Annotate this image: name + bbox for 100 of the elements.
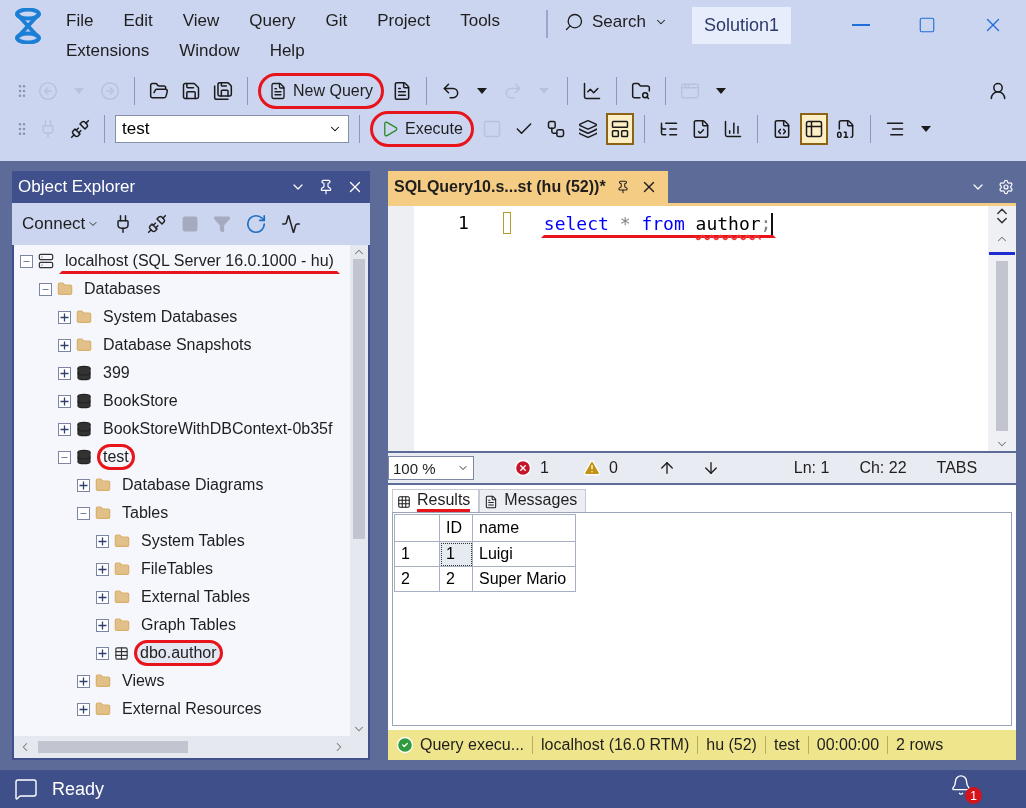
tree-item[interactable]: 399	[97, 360, 136, 386]
toolbar-button[interactable]	[799, 113, 828, 145]
code-line[interactable]: select * from author;	[540, 210, 777, 238]
file-icon	[835, 119, 856, 139]
plus-icon	[79, 480, 88, 490]
layers-icon	[577, 119, 598, 139]
tree-item[interactable]: Databases	[78, 276, 167, 302]
column-header[interactable]: ID	[439, 514, 473, 542]
vertical-scrollbar[interactable]	[350, 245, 368, 736]
menu-item[interactable]: Extensions	[66, 41, 150, 61]
row-count: 2 rows	[895, 736, 945, 754]
tree-item[interactable]: External Resources	[116, 696, 268, 722]
expand-toggle[interactable]	[96, 562, 109, 576]
expand-toggle[interactable]	[77, 702, 90, 716]
menu-item[interactable]: Help	[269, 41, 305, 61]
results-tab[interactable]: Messages	[479, 489, 587, 512]
tree-item[interactable]: BookStoreWithDBContext-0b35f	[97, 416, 339, 442]
tree-item[interactable]: Tables	[116, 500, 175, 526]
column-header[interactable]: name	[472, 514, 576, 542]
menu-item[interactable]: View	[182, 11, 220, 31]
tree-item[interactable]: System Tables	[135, 528, 251, 554]
expand-toggle[interactable]	[77, 478, 90, 492]
tree-item[interactable]: Graph Tables	[135, 612, 242, 638]
table-cell[interactable]: Luigi	[472, 541, 576, 567]
disconnect-icon	[147, 214, 168, 234]
change-marker	[502, 212, 511, 234]
error-count: 1	[540, 459, 549, 477]
table-icon	[803, 119, 824, 139]
toolbar-button[interactable]: Execute	[370, 111, 474, 147]
folder-search-icon	[631, 81, 652, 101]
expand-toggle[interactable]	[58, 422, 71, 436]
app-logo	[14, 8, 42, 44]
tree-item[interactable]: dbo.author	[134, 640, 223, 666]
plus-icon	[79, 704, 88, 714]
tree-item[interactable]: Views	[116, 668, 171, 694]
expand-toggle[interactable]	[96, 646, 109, 660]
tree-item[interactable]: System Databases	[97, 304, 244, 330]
play-icon	[381, 120, 399, 138]
collapse-toggle[interactable]	[39, 282, 52, 296]
query-status: Query execu...	[420, 736, 525, 754]
menu-item[interactable]: Git	[325, 11, 348, 31]
menu-item[interactable]: Tools	[460, 11, 500, 31]
table-cell[interactable]: Super Mario	[472, 566, 576, 592]
success-icon	[396, 736, 414, 754]
tree-item[interactable]: Database Diagrams	[116, 472, 270, 498]
horizontal-scrollbar[interactable]	[14, 736, 350, 758]
menu-item[interactable]: Query	[249, 11, 296, 31]
filter-icon	[213, 215, 232, 233]
row-header[interactable]: 2	[394, 566, 440, 592]
maximize-icon	[918, 16, 936, 34]
vertical-scrollbar[interactable]	[988, 206, 1016, 451]
expand-toggle[interactable]	[58, 394, 71, 408]
plus-icon	[60, 396, 69, 406]
line-number: 1	[458, 212, 469, 234]
expand-toggle[interactable]	[96, 534, 109, 548]
row-header[interactable]: 1	[394, 541, 440, 567]
menu-item[interactable]: Project	[377, 11, 431, 31]
tree-item[interactable]: test	[97, 444, 135, 470]
toolbar-button[interactable]	[605, 113, 634, 145]
expand-toggle[interactable]	[58, 366, 71, 380]
folder-icon	[95, 673, 111, 689]
notifications-button[interactable]: 1	[950, 774, 982, 804]
plus-icon	[98, 536, 107, 546]
connect-button[interactable]: Connect	[22, 214, 100, 234]
expand-toggle[interactable]	[96, 618, 109, 632]
expand-toggle[interactable]	[58, 338, 71, 352]
tree-item[interactable]: External Tables	[135, 584, 257, 610]
plus-icon	[98, 620, 107, 630]
zoom-select[interactable]: 100 %	[388, 456, 474, 480]
toolbar-button[interactable]: New Query	[258, 73, 385, 109]
grid-icon	[397, 494, 411, 509]
caret-icon	[477, 88, 488, 94]
folder-icon	[57, 281, 73, 297]
diagram-icon	[545, 119, 566, 139]
folder-icon	[95, 477, 111, 493]
menu-item[interactable]: File	[66, 11, 94, 31]
collapse-toggle[interactable]	[20, 254, 33, 268]
tree-item[interactable]: BookStore	[97, 388, 184, 414]
tree-item[interactable]: Database Snapshots	[97, 332, 258, 358]
user-info: hu (52)	[698, 736, 766, 754]
document-tab[interactable]: SQLQuery10.s...st (hu (52))*	[388, 171, 668, 203]
collapse-toggle[interactable]	[77, 506, 90, 520]
collapse-toggle[interactable]	[58, 450, 71, 464]
document-icon	[269, 82, 287, 100]
expand-toggle[interactable]	[58, 310, 71, 324]
indent-mode: TABS	[936, 459, 978, 477]
bar-chart-icon	[722, 119, 743, 139]
menu-item[interactable]: Window	[179, 41, 240, 61]
expand-toggle[interactable]	[77, 674, 90, 688]
table-cell[interactable]: 2	[439, 566, 473, 592]
tree-item[interactable]: localhost (SQL Server 16.0.1000 - hu)	[59, 248, 340, 274]
column-indicator: Ch: 22	[859, 459, 907, 477]
folder-icon	[95, 701, 111, 717]
search-button[interactable]: Search	[564, 12, 668, 32]
folder-icon	[114, 589, 130, 605]
expand-toggle[interactable]	[96, 590, 109, 604]
tree-item[interactable]: FileTables	[135, 556, 220, 582]
menu-item[interactable]: Edit	[123, 11, 153, 31]
results-tab[interactable]: Results	[392, 489, 480, 512]
database-select[interactable]: test	[115, 115, 349, 143]
